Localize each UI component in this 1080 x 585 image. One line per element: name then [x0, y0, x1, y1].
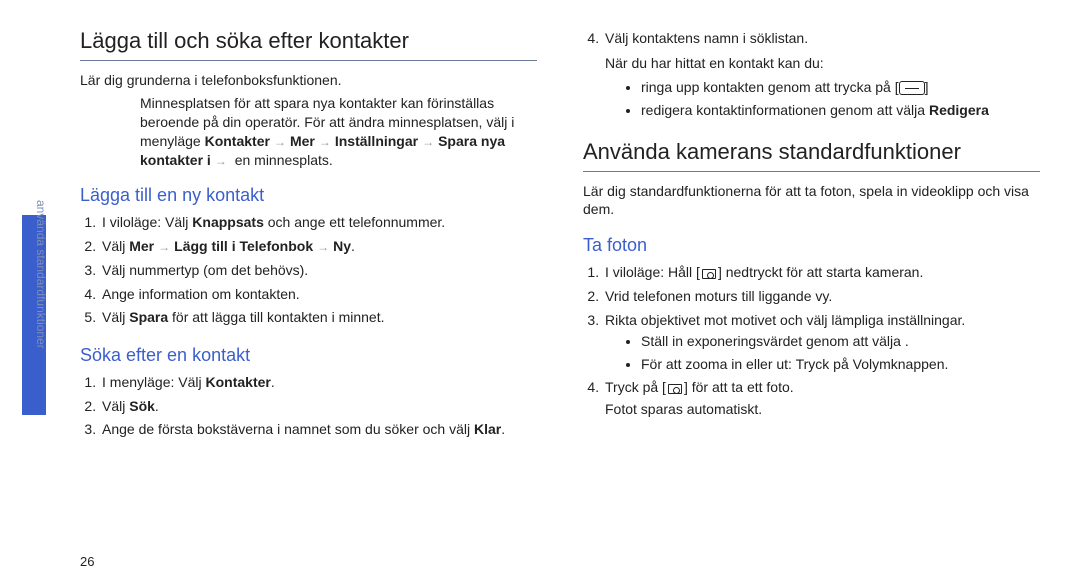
- photo-steps: I viloläge: Håll [] nedtryckt för att st…: [603, 262, 1040, 420]
- list-item: Rikta objektivet mot motivet och välj lä…: [603, 310, 1040, 376]
- page-number: 26: [80, 554, 94, 569]
- list-item: I menyläge: Välj Kontakter.: [100, 372, 537, 394]
- camera-icon: [668, 384, 682, 394]
- right-column: Välj kontaktens namn i söklistan. När du…: [583, 28, 1040, 557]
- list-item: Vrid telefonen moturs till liggande vy.: [603, 286, 1040, 308]
- list-item: Välj kontaktens namn i söklistan. När du…: [603, 28, 1040, 121]
- add-contact-steps: I viloläge: Välj Knappsats och ange ett …: [100, 212, 537, 328]
- list-item: Ange information om kontakten.: [100, 284, 537, 306]
- camera-icon: [702, 269, 716, 279]
- list-item: Välj Mer→Lägg till i Telefonbok→Ny.: [100, 236, 537, 258]
- list-item: ringa upp kontakten genom att trycka på …: [641, 77, 1040, 98]
- photo-substeps: Ställ in exponeringsvärdet genom att väl…: [641, 331, 1040, 375]
- side-tab-label: använda standardfunktioner: [34, 200, 48, 349]
- list-item: Tryck på [] för att ta ett foto. Fotot s…: [603, 377, 1040, 420]
- page-content: Lägga till och söka efter kontakter Lär …: [80, 28, 1040, 557]
- list-item: Välj nummertyp (om det behövs).: [100, 260, 537, 282]
- heading-camera: Använda kamerans standardfunktioner: [583, 139, 1040, 172]
- list-item: För att zooma in eller ut: Tryck på Voly…: [641, 354, 1040, 375]
- memory-note: Minnesplatsen för att spara nya kontakte…: [140, 94, 537, 170]
- list-item: Välj Sök.: [100, 396, 537, 418]
- camera-intro: Lär dig standardfunktionerna för att ta …: [583, 182, 1040, 220]
- found-text: När du har hittat en kontakt kan du:: [605, 54, 1040, 73]
- subheading-add-contact: Lägga till en ny kontakt: [80, 185, 537, 206]
- list-item: redigera kontaktinformationen genom att …: [641, 100, 1040, 121]
- list-item: Ange de första bokstäverna i namnet som …: [100, 419, 537, 441]
- subheading-take-photos: Ta foton: [583, 235, 1040, 256]
- subheading-search-contact: Söka efter en kontakt: [80, 345, 537, 366]
- intro-text: Lär dig grunderna i telefonboksfunktione…: [80, 71, 537, 90]
- found-options: ringa upp kontakten genom att trycka på …: [641, 77, 1040, 121]
- left-column: Lägga till och söka efter kontakter Lär …: [80, 28, 537, 557]
- search-contact-steps: I menyläge: Välj Kontakter. Välj Sök. An…: [100, 372, 537, 441]
- call-key-icon: [899, 81, 925, 95]
- search-contact-cont: Välj kontaktens namn i söklistan. När du…: [603, 28, 1040, 121]
- list-item: I viloläge: Välj Knappsats och ange ett …: [100, 212, 537, 234]
- heading-contacts: Lägga till och söka efter kontakter: [80, 28, 537, 61]
- list-item: I viloläge: Håll [] nedtryckt för att st…: [603, 262, 1040, 284]
- list-item: Välj Spara för att lägga till kontakten …: [100, 307, 537, 329]
- list-item: Ställ in exponeringsvärdet genom att väl…: [641, 331, 1040, 352]
